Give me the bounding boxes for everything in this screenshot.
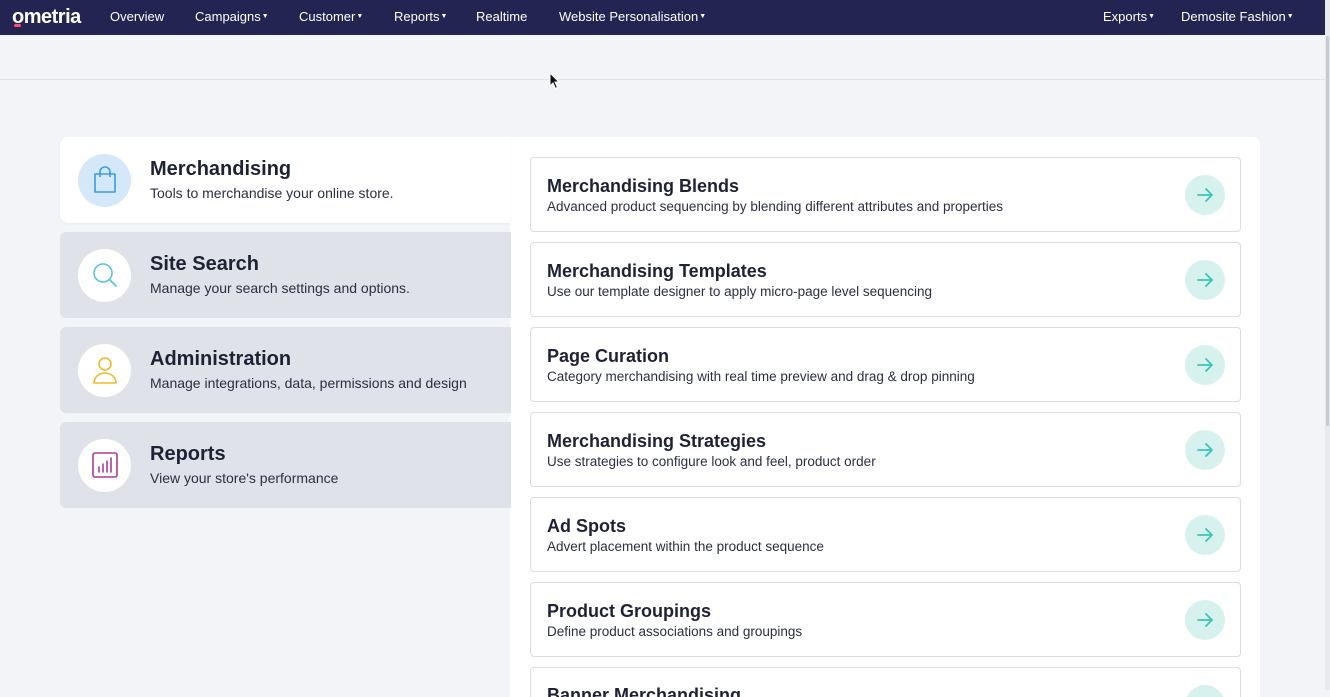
arrow-right-icon[interactable] — [1185, 515, 1225, 555]
arrow-right-icon[interactable] — [1185, 430, 1225, 470]
tool-card-product-groupings[interactable]: Product Groupings Define product associa… — [530, 582, 1241, 657]
tool-card-title: Merchandising Templates — [547, 261, 767, 281]
tool-card-title: Page Curation — [547, 346, 670, 366]
tool-card-title: Ad Spots — [547, 516, 626, 536]
tool-card-page-curation[interactable]: Page Curation Category merchandising wit… — [530, 327, 1241, 402]
logo-text: ometria — [12, 5, 81, 28]
sub-header-bar — [0, 35, 1325, 80]
nav-account-switcher[interactable]: Demosite Fashion▼ — [1181, 9, 1294, 24]
category-title: Merchandising — [150, 158, 292, 180]
ometria-logo[interactable]: ometria — [12, 6, 81, 28]
tool-card-title: Merchandising Strategies — [547, 431, 767, 451]
top-navigation: ometria Overview Campaigns▼ Customer▼ Re… — [0, 0, 1325, 35]
tool-card-title: Banner Merchandising — [547, 685, 742, 697]
category-title: Administration — [150, 348, 292, 370]
category-title: Site Search — [150, 253, 259, 275]
merchandising-panel: Merchandising Tools to merchandise your … — [60, 137, 1260, 697]
nav-reports[interactable]: Reports▼ — [394, 9, 447, 24]
tool-card-ad-spots[interactable]: Ad Spots Advert placement within the pro… — [530, 497, 1241, 572]
caret-down-icon: ▼ — [440, 13, 448, 20]
tool-card-merchandising-blends[interactable]: Merchandising Blends Advanced product se… — [530, 157, 1241, 232]
nav-customer[interactable]: Customer▼ — [299, 9, 363, 24]
tool-card-description: Define product associations and grouping… — [547, 624, 803, 639]
nav-realtime[interactable]: Realtime — [476, 9, 527, 24]
category-description: View your store's performance — [150, 470, 339, 486]
search-icon — [78, 248, 131, 302]
scrollbar-thumb[interactable] — [1326, 36, 1329, 426]
caret-down-icon: ▼ — [261, 13, 269, 20]
tool-card-merchandising-strategies[interactable]: Merchandising Strategies Use strategies … — [530, 412, 1241, 487]
category-description: Tools to merchandise your online store. — [150, 185, 394, 201]
tool-card-description: Category merchandising with real time pr… — [547, 369, 975, 384]
category-administration[interactable]: Administration Manage integrations, data… — [60, 327, 511, 413]
tool-card-description: Use strategies to configure look and fee… — [547, 454, 876, 469]
caret-down-icon: ▼ — [1286, 13, 1294, 20]
mouse-cursor-icon — [549, 72, 561, 90]
category-title: Reports — [150, 443, 226, 465]
arrow-right-icon[interactable] — [1185, 600, 1225, 640]
nav-overview[interactable]: Overview — [110, 9, 164, 24]
bar-chart-icon — [78, 438, 131, 492]
tool-card-title: Merchandising Blends — [547, 176, 740, 196]
category-site-search[interactable]: Site Search Manage your search settings … — [60, 232, 511, 318]
shopping-bag-icon — [78, 153, 131, 207]
page-scrollbar[interactable] — [1325, 0, 1330, 690]
arrow-right-icon[interactable] — [1185, 260, 1225, 300]
caret-down-icon: ▼ — [1148, 13, 1156, 20]
caret-down-icon: ▼ — [699, 13, 707, 20]
nav-website-personalisation[interactable]: Website Personalisation▼ — [559, 9, 706, 24]
user-icon — [78, 343, 131, 397]
tool-card-description: Use our template designer to apply micro… — [547, 284, 932, 299]
nav-exports[interactable]: Exports▼ — [1103, 9, 1155, 24]
tool-card-description: Advanced product sequencing by blending … — [547, 199, 1004, 214]
arrow-right-icon[interactable] — [1185, 685, 1225, 697]
category-description: Manage your search settings and options. — [150, 280, 410, 296]
tool-card-description: Advert placement within the product sequ… — [547, 539, 824, 554]
logo-accent-dot — [14, 24, 21, 27]
category-merchandising[interactable]: Merchandising Tools to merchandise your … — [60, 137, 511, 223]
arrow-right-icon[interactable] — [1185, 345, 1225, 385]
caret-down-icon: ▼ — [356, 13, 364, 20]
nav-campaigns[interactable]: Campaigns▼ — [195, 9, 269, 24]
category-description: Manage integrations, data, permissions a… — [150, 375, 467, 391]
tool-card-merchandising-templates[interactable]: Merchandising Templates Use our template… — [530, 242, 1241, 317]
tool-card-banner-merchandising[interactable]: Banner Merchandising — [530, 667, 1241, 697]
tool-card-title: Product Groupings — [547, 601, 711, 621]
arrow-right-icon[interactable] — [1185, 175, 1225, 215]
category-reports[interactable]: Reports View your store's performance — [60, 422, 511, 508]
